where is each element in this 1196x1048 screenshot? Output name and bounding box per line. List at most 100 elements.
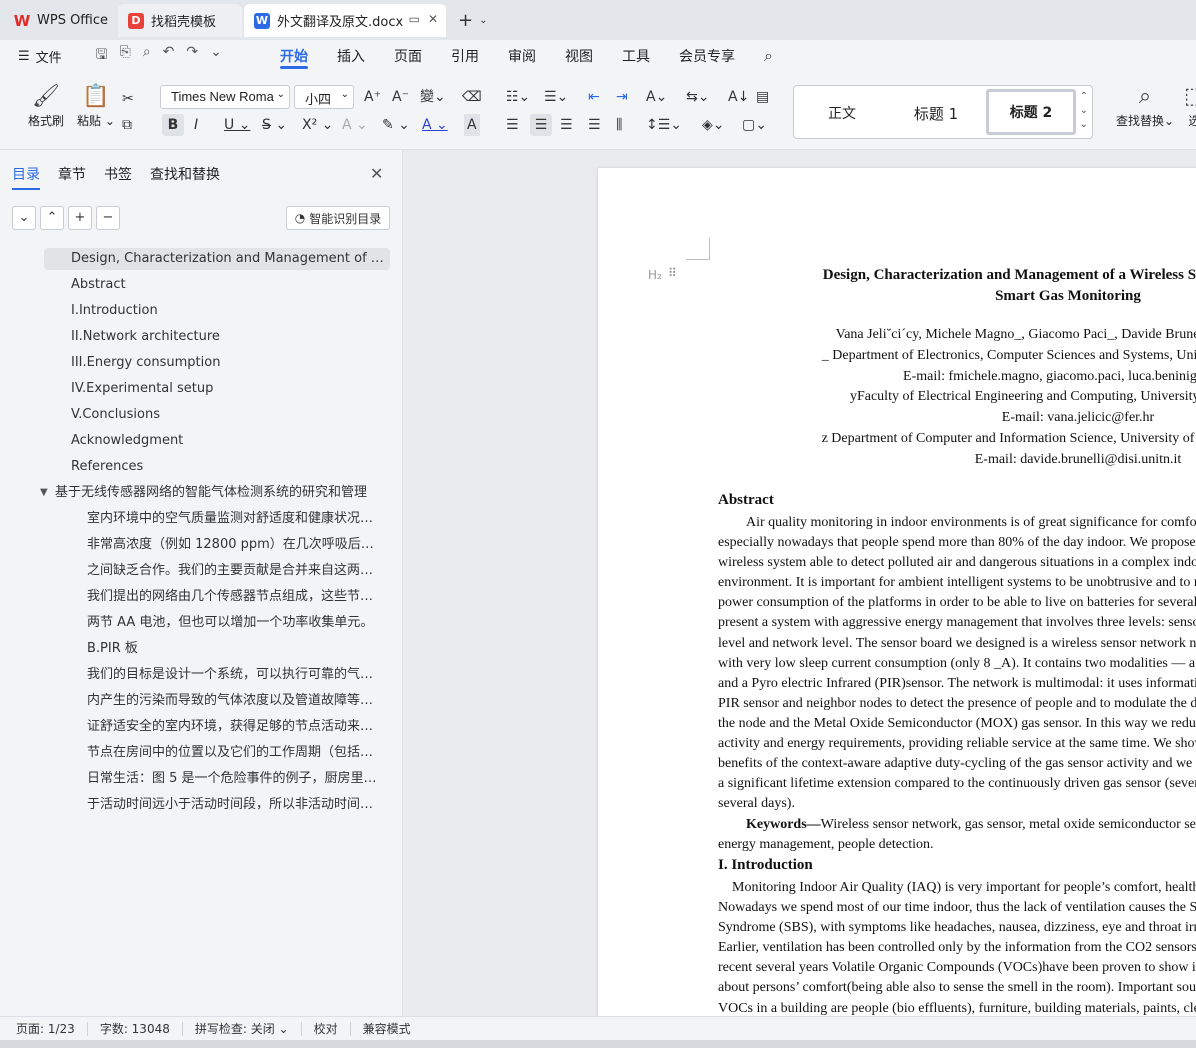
toc-item[interactable]: Abstract — [71, 274, 381, 296]
highlight-icon[interactable]: ✎ ⌄ — [382, 114, 410, 136]
word-count[interactable]: 字数: 13048 — [88, 1021, 183, 1036]
superscript-icon[interactable]: X² ⌄ — [302, 114, 333, 136]
align-right-icon[interactable]: ☰ — [560, 114, 573, 136]
toc-item[interactable]: 两节 AA 电池，但也可以增加一个功率收集单元。 — [87, 612, 381, 634]
text-effect-icon[interactable]: A ⌄ — [342, 114, 368, 136]
format-painter-button[interactable]: 🖌 格式刷 — [28, 82, 64, 129]
italic-icon[interactable]: I — [194, 114, 198, 136]
tab-document[interactable]: W 外文翻译及原文.docx ▭ ✕ — [244, 4, 446, 37]
toc-item[interactable]: 我们的目标是设计一个系统，可以执行可靠的气体监测任务 — [87, 664, 381, 686]
toc-item[interactable]: 非常高浓度（例如 12800 ppm）在几次呼吸后导致死亡 — [87, 534, 381, 556]
redo-icon[interactable]: ↷ — [186, 44, 198, 68]
tab-insert[interactable]: 插入 — [337, 40, 365, 72]
phonetic-icon[interactable]: 變⌄ — [420, 86, 446, 108]
find-replace-button[interactable]: ⌕ 查找替换⌄ — [1116, 82, 1174, 129]
toc-item[interactable]: V.Conclusions — [71, 404, 381, 426]
tab-page[interactable]: 页面 — [394, 40, 422, 72]
tab-tools[interactable]: 工具 — [622, 40, 650, 72]
table-border-icon[interactable]: ▤ — [756, 86, 769, 108]
page-indicator[interactable]: 页面: 1/23 — [0, 1021, 88, 1036]
toc-item[interactable]: 我们提出的网络由几个传感器节点组成，这些节点组成网络 — [87, 586, 381, 608]
toc-item[interactable]: 内产生的污染而导致的气体浓度以及管道故障等危险情况 — [87, 690, 381, 712]
grow-font-icon[interactable]: A⁺ — [364, 86, 381, 108]
toc-item[interactable]: 之间缺乏合作。我们的主要贡献是合并来自这两个领域的信息 — [87, 560, 381, 582]
clear-format-icon[interactable]: ⌫ — [462, 86, 482, 108]
toc-item[interactable]: Design, Characterization and Management … — [44, 248, 390, 270]
fill-color-icon[interactable]: ◈⌄ — [702, 114, 725, 136]
underline-icon[interactable]: U ⌄ — [224, 114, 250, 136]
bullet-list-icon[interactable]: ☷⌄ — [506, 86, 530, 108]
char-shading-icon[interactable]: A — [464, 114, 480, 136]
spell-check-toggle[interactable]: 拼写检查: 关闭 ⌄ — [183, 1021, 302, 1036]
justify-icon[interactable]: ☰ — [588, 114, 601, 136]
close-tab-icon[interactable]: ✕ — [428, 12, 438, 26]
strikethrough-icon[interactable]: S̶ ⌄ — [262, 114, 287, 136]
toc-item[interactable]: I.Introduction — [71, 300, 381, 322]
drag-handle-icon[interactable]: ⠿ — [668, 266, 677, 280]
window-mode-icon[interactable]: ▭ — [409, 12, 420, 26]
toc-item[interactable]: B.PIR 板 — [87, 638, 381, 660]
proofread-button[interactable]: 校对 — [302, 1021, 351, 1036]
print-preview-icon[interactable]: ⌕ — [143, 44, 151, 68]
increase-indent-icon[interactable]: ⇥ — [616, 86, 628, 108]
tab-template[interactable]: D 找稻壳模板 — [118, 4, 242, 37]
quick-access-chevron-icon[interactable]: ⌄ — [210, 44, 222, 68]
close-icon[interactable]: ✕ — [370, 164, 383, 183]
paste-button[interactable]: 📋 粘贴 ⌄ — [77, 82, 115, 129]
line-spacing-icon[interactable]: ↕☰⌄ — [646, 114, 682, 136]
text-direction-icon[interactable]: A⌄ — [646, 86, 667, 108]
tab-review[interactable]: 审阅 — [508, 40, 536, 72]
line-sort-icon[interactable]: A↓ — [728, 86, 749, 108]
shrink-font-icon[interactable]: A⁻ — [392, 86, 409, 108]
borders-icon[interactable]: ▢⌄ — [742, 114, 767, 136]
smart-toc-button[interactable]: ◔ 智能识别目录 — [286, 206, 390, 230]
tab-wps-office[interactable]: W WPS Office — [4, 4, 114, 37]
toc-item[interactable]: 证舒适安全的室内环境，获得足够的节点活动来检测危险 — [87, 716, 381, 738]
toc-item[interactable]: IV.Experimental setup — [71, 378, 381, 400]
remove-heading-icon[interactable]: − — [96, 206, 120, 230]
distributed-icon[interactable]: ⫼ — [616, 114, 622, 136]
sort-icon[interactable]: ⇆⌄ — [686, 86, 709, 108]
font-color-icon[interactable]: A ⌄ — [422, 114, 448, 136]
side-tab-find-replace[interactable]: 查找和替换 — [150, 164, 220, 184]
style-heading-1[interactable]: 标题 1 — [890, 94, 982, 132]
numbered-list-icon[interactable]: ☰⌄ — [544, 86, 568, 108]
font-size-select[interactable]: 小四 ⌄ — [294, 85, 354, 109]
tab-view[interactable]: 视图 — [565, 40, 593, 72]
side-tab-bookmark[interactable]: 书签 — [104, 164, 132, 184]
menu-icon[interactable]: ☰ — [18, 49, 30, 64]
add-heading-icon[interactable]: + — [68, 206, 92, 230]
copy-icon[interactable]: ⧉ — [122, 114, 132, 136]
toc-item[interactable]: References — [71, 456, 381, 478]
export-icon[interactable]: ⎘ — [120, 44, 131, 68]
side-tab-toc[interactable]: 目录 — [12, 164, 40, 190]
save-icon[interactable]: 🖫 — [96, 44, 108, 68]
side-tab-chapter[interactable]: 章节 — [58, 164, 86, 184]
tab-member[interactable]: 会员专享 — [679, 40, 735, 72]
toc-item[interactable]: 室内环境中的空气质量监测对舒适度和健康状况具有重要意义 — [87, 508, 381, 530]
expand-icon[interactable]: ⌄ — [12, 206, 36, 230]
style-normal[interactable]: 正文 — [794, 94, 890, 132]
search-icon[interactable]: ⌕ — [764, 46, 773, 66]
new-tab-button[interactable]: + ⌄ — [458, 10, 487, 31]
bold-icon[interactable]: B — [162, 114, 184, 136]
toc-item[interactable]: 基于无线传感器网络的智能气体检测系统的研究和管理 — [55, 482, 385, 504]
caret-down-icon[interactable]: ▼ — [40, 482, 48, 504]
collapse-icon[interactable]: ⌃ — [40, 206, 64, 230]
file-menu[interactable]: 文件 — [36, 47, 62, 66]
tab-reference[interactable]: 引用 — [451, 40, 479, 72]
align-center-icon[interactable]: ☰ — [530, 114, 552, 136]
toc-item[interactable]: 日常生活：图 5 是一个危险事件的例子，厨房里一小时内 — [87, 768, 381, 790]
select-button[interactable]: ⬚ 选 — [1184, 82, 1196, 129]
cut-icon[interactable]: ✂ — [122, 88, 134, 110]
document-page[interactable]: H₂ ⠿ Design, Characterization and Manage… — [598, 168, 1196, 1016]
toc-item[interactable]: Acknowledgment — [71, 430, 381, 452]
style-heading-2[interactable]: 标题 2 — [986, 89, 1076, 135]
toc-item[interactable]: 节点在房间中的位置以及它们的工作周期（包括无线电通信） — [87, 742, 381, 764]
tab-home[interactable]: 开始 — [280, 40, 308, 72]
document-area[interactable]: H₂ ⠿ Design, Characterization and Manage… — [404, 150, 1196, 1016]
decrease-indent-icon[interactable]: ⇤ — [588, 86, 600, 108]
font-name-select[interactable]: Times New Roma ⌄ — [160, 85, 290, 109]
toc-item[interactable]: II.Network architecture — [71, 326, 381, 348]
align-left-icon[interactable]: ☰ — [506, 114, 519, 136]
